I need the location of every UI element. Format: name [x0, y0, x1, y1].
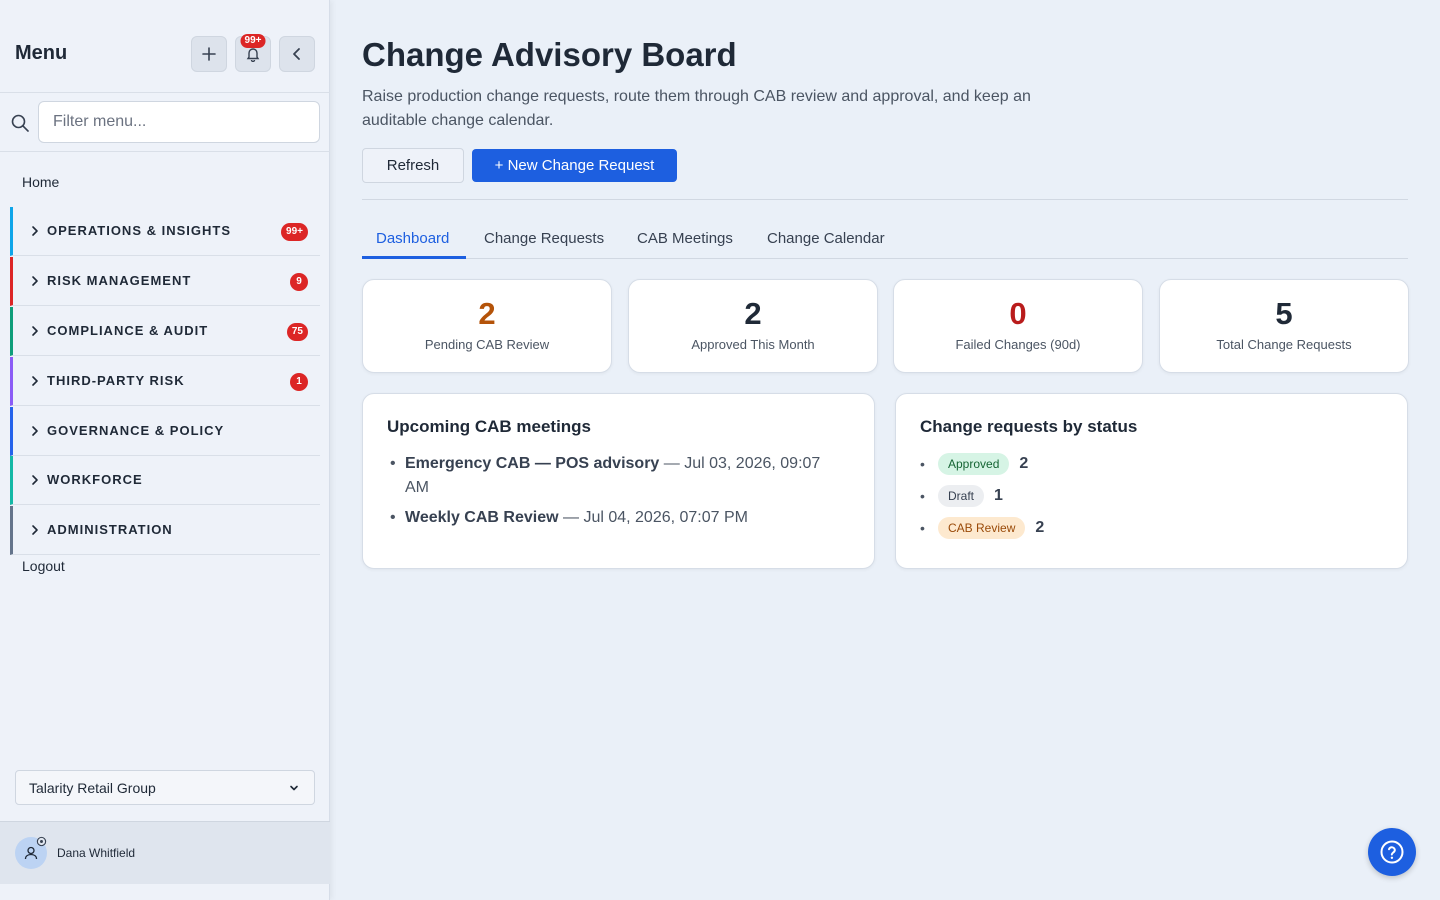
stat-value: 0	[1009, 296, 1027, 331]
stat-value: 5	[1275, 296, 1293, 331]
status-badge: Draft	[938, 485, 985, 507]
organization-select-value: Talarity Retail Group	[29, 780, 156, 796]
filter-menu-input[interactable]	[38, 101, 320, 143]
stat-card-failed: 0 Failed Changes (90d)	[893, 279, 1143, 373]
section-count-badge: 75	[286, 323, 308, 341]
stat-label: Pending CAB Review	[424, 337, 550, 352]
gear-icon	[36, 836, 47, 847]
stat-card-total: 5 Total Change Requests	[1159, 279, 1409, 373]
sidebar-section-label: RISK MANAGEMENT	[47, 273, 192, 288]
panel-title: Change requests by status	[920, 417, 1138, 436]
chevron-right-icon	[32, 426, 38, 436]
sidebar-section-governance-policy[interactable]: GOVERNANCE & POLICY	[10, 407, 320, 456]
notification-count-badge: 99+	[240, 34, 266, 48]
stat-value: 2	[744, 296, 762, 331]
notifications-button[interactable]: 99+	[235, 34, 271, 72]
list-item: • Draft 1	[920, 484, 1003, 508]
tab-cab-meetings[interactable]: CAB Meetings	[637, 230, 733, 247]
active-tab-indicator	[362, 256, 466, 259]
user-name: Dana Whitfield	[57, 846, 136, 860]
stat-card-pending: 2 Pending CAB Review	[362, 279, 612, 373]
sidebar-section-operations-insights[interactable]: OPERATIONS & INSIGHTS 99+	[10, 207, 320, 256]
chevron-right-icon	[32, 276, 38, 286]
sidebar-section-label: GOVERNANCE & POLICY	[47, 423, 225, 438]
refresh-button[interactable]: Refresh	[362, 148, 464, 183]
main-content: Change Advisory Board Raise production c…	[362, 0, 1409, 900]
sidebar-section-workforce[interactable]: WORKFORCE	[10, 456, 320, 505]
sidebar: Menu 99+ Home OPERATIONS & INSIGHTS 99+ RI…	[0, 0, 330, 900]
help-button[interactable]	[1368, 828, 1416, 876]
stat-label: Total Change Requests	[1216, 337, 1352, 352]
tab-dashboard[interactable]: Dashboard	[376, 230, 449, 247]
sidebar-header: Menu 99+	[0, 0, 330, 93]
search-icon	[11, 114, 29, 132]
meeting-time: — Jul 04, 2026, 07:07 PM	[558, 509, 748, 526]
tab-change-calendar[interactable]: Change Calendar	[767, 230, 885, 247]
chevron-right-icon	[32, 226, 38, 236]
list-item: • Approved 2	[920, 452, 1028, 476]
section-count-badge: 1	[290, 373, 308, 391]
status-badge: Approved	[938, 453, 1010, 475]
meeting-name[interactable]: Emergency CAB — POS advisory	[405, 455, 659, 472]
chevron-down-icon	[290, 785, 298, 791]
new-change-request-button[interactable]: + New Change Request	[472, 149, 677, 182]
list-item: • Emergency CAB — POS advisory — Jul 03, …	[390, 455, 821, 496]
sidebar-section-label: THIRD-PARTY RISK	[47, 373, 185, 388]
stat-card-approved: 2 Approved This Month	[628, 279, 878, 373]
page-title: Change Advisory Board	[362, 36, 737, 73]
sidebar-section-label: WORKFORCE	[47, 472, 143, 487]
sidebar-section-third-party-risk[interactable]: THIRD-PARTY RISK 1	[10, 357, 320, 406]
sidebar-section-label: COMPLIANCE & AUDIT	[47, 323, 209, 338]
chevron-right-icon	[32, 475, 38, 485]
sidebar-title: Menu	[15, 42, 68, 64]
tab-bar: Dashboard Change Requests CAB Meetings C…	[362, 220, 1408, 259]
meeting-name[interactable]: Weekly CAB Review	[405, 509, 559, 526]
upcoming-meetings-panel: Upcoming CAB meetings • Emergency CAB — P…	[362, 393, 875, 569]
sidebar-section-compliance-audit[interactable]: COMPLIANCE & AUDIT 75	[10, 307, 320, 356]
sidebar-section-administration[interactable]: ADMINISTRATION	[10, 506, 320, 555]
chevron-right-icon	[32, 525, 38, 535]
collapse-sidebar-button[interactable]	[279, 36, 315, 72]
status-count: 2	[1019, 455, 1029, 472]
status-count: 2	[1035, 519, 1045, 536]
user-icon	[24, 846, 38, 860]
panel-title: Upcoming CAB meetings	[387, 417, 592, 436]
list-item: • CAB Review 2	[920, 516, 1044, 540]
chevron-left-icon	[293, 48, 300, 60]
status-badge: CAB Review	[938, 517, 1026, 539]
section-count-badge: 99+	[281, 223, 308, 241]
stat-value: 2	[478, 296, 496, 331]
page-description: Raise production change requests, route …	[362, 88, 1031, 129]
sidebar-section-label: OPERATIONS & INSIGHTS	[47, 223, 231, 238]
status-breakdown-panel: Change requests by status • Approved 2 •…	[895, 393, 1408, 569]
help-circle-icon	[1380, 840, 1404, 864]
sidebar-item-logout[interactable]: Logout	[22, 558, 65, 574]
status-count: 1	[994, 487, 1003, 504]
user-profile[interactable]: Dana Whitfield	[0, 821, 330, 884]
add-button[interactable]	[191, 36, 227, 72]
section-count-badge: 9	[290, 273, 308, 291]
stat-label: Approved This Month	[691, 337, 815, 352]
chevron-right-icon	[32, 376, 38, 386]
tab-change-requests[interactable]: Change Requests	[484, 230, 604, 247]
sidebar-section-risk-management[interactable]: RISK MANAGEMENT 9	[10, 257, 320, 306]
sidebar-search	[0, 93, 330, 152]
chevron-right-icon	[32, 326, 38, 336]
plus-icon	[202, 47, 216, 61]
bell-icon	[246, 48, 260, 62]
list-item: • Weekly CAB Review — Jul 04, 2026, 07:07…	[390, 509, 748, 526]
organization-select[interactable]: Talarity Retail Group	[15, 770, 315, 805]
divider	[362, 199, 1408, 200]
sidebar-section-label: ADMINISTRATION	[47, 522, 173, 537]
stat-label: Failed Changes (90d)	[955, 337, 1081, 352]
sidebar-item-home[interactable]: Home	[22, 174, 59, 190]
